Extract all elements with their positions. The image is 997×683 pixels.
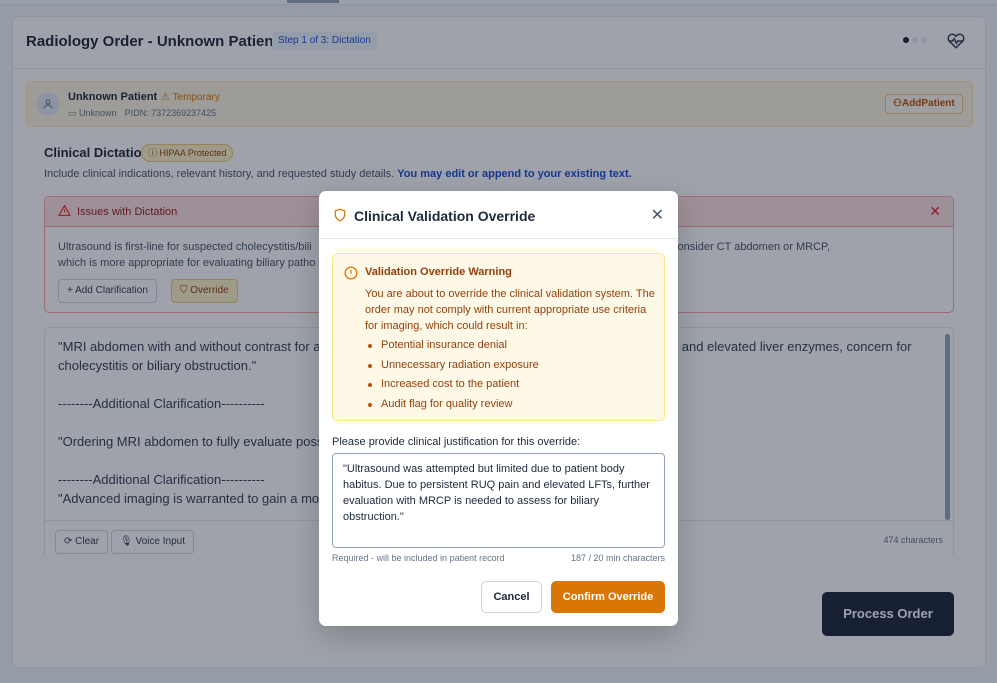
risk-item: Audit flag for quality review [365, 395, 539, 415]
risk-item: Potential insurance denial [365, 336, 539, 356]
shield-icon [333, 207, 347, 223]
confirm-override-button[interactable]: Confirm Override [551, 581, 665, 613]
alert-circle-icon [344, 266, 358, 280]
modal-header: Clinical Validation Override ✕ [319, 191, 678, 239]
risk-list: Potential insurance denial Unnecessary r… [365, 336, 539, 414]
cancel-button[interactable]: Cancel [481, 581, 542, 613]
justification-label: Please provide clinical justification fo… [332, 436, 581, 448]
risk-item: Increased cost to the patient [365, 375, 539, 395]
risk-item: Unnecessary radiation exposure [365, 356, 539, 376]
close-icon[interactable]: ✕ [651, 205, 664, 225]
warning-title: Validation Override Warning [365, 266, 512, 278]
override-warning: Validation Override Warning You are abou… [332, 253, 665, 421]
override-modal: Clinical Validation Override ✕ Validatio… [319, 191, 678, 626]
warning-text: You are about to override the clinical v… [365, 288, 655, 332]
justification-count: 187 / 20 min characters [570, 553, 665, 563]
modal-title: Clinical Validation Override [354, 208, 536, 224]
justification-hint: Required - will be included in patient r… [332, 553, 505, 563]
justification-textarea[interactable]: "Ultrasound was attempted but limited du… [332, 453, 665, 548]
